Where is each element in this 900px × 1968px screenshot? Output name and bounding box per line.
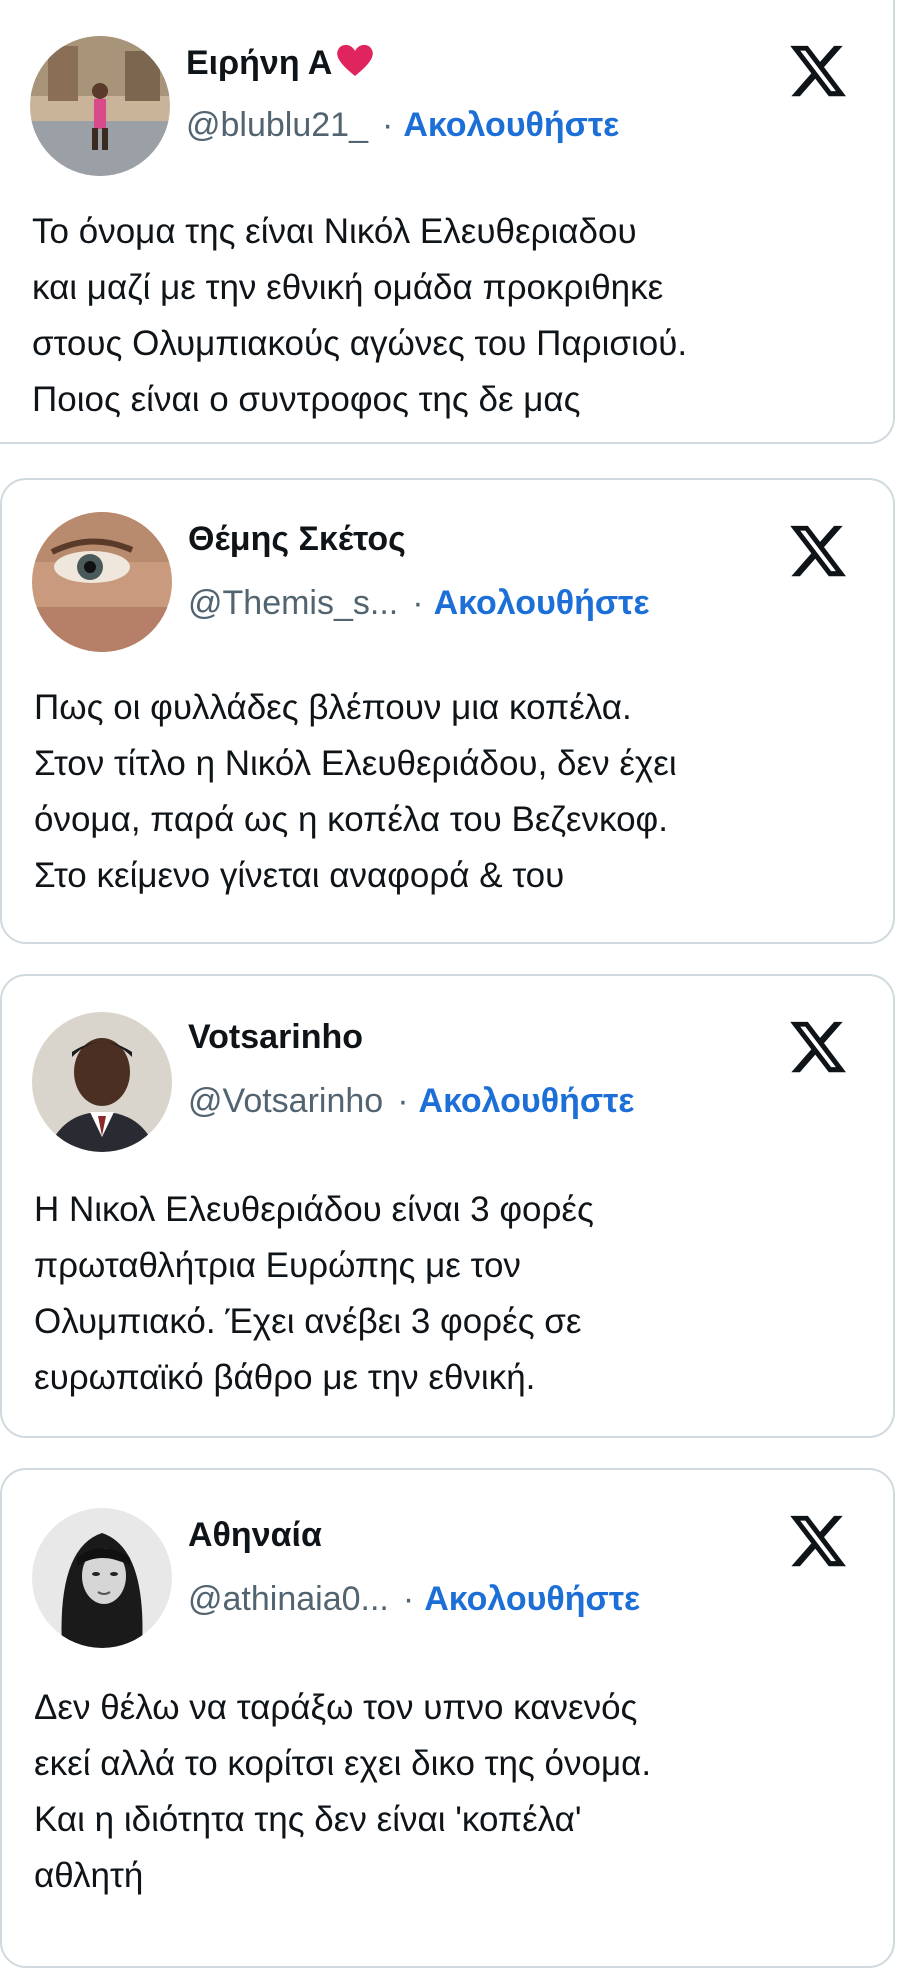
tweet-card-4[interactable]: Αθηναία @athinaia0... · Ακολουθήστε Δεν θέ… (0, 1468, 895, 1968)
author-name[interactable]: Ειρήνη Α (186, 42, 376, 83)
author-name[interactable]: Θέμης Σκέτος (188, 520, 406, 559)
tweet-card-1[interactable]: Ειρήνη Α @blublu21_ · Ακολουθήστε Το όνομα… (0, 0, 895, 444)
tweet-line: Πως οι φυλλάδες βλέπουν μια κοπέλα. (34, 688, 632, 727)
tweet-text: Η Νικολ Ελευθεριάδου είναι 3 φορές πρωτα… (34, 1182, 873, 1406)
tweet-text: Πως οι φυλλάδες βλέπουν μια κοπέλα. Στον… (34, 680, 873, 904)
x-logo-icon[interactable] (787, 1016, 849, 1078)
avatar[interactable] (30, 36, 170, 176)
author-name[interactable]: Αθηναία (188, 1516, 322, 1555)
tweet-line: Το όνομα της είναι Νικόλ Ελευθεριαδου (32, 212, 637, 251)
tweet-line: Δεν θέλω να ταράξω τον υπνο κανενός (34, 1688, 638, 1727)
heart-emoji-icon (334, 42, 376, 78)
tweet-card-3[interactable]: Votsarinho @Votsarinho · Ακολουθήστε Η Νικ… (0, 974, 895, 1438)
tweet-line: ευρωπαϊκό βάθρο με την εθνική. (34, 1358, 536, 1397)
author-handle[interactable]: @Themis_s... (188, 584, 398, 622)
handle-row: @athinaia0... · Ακολουθήστε (188, 1580, 640, 1619)
follow-button[interactable]: Ακολουθήστε (424, 1580, 640, 1618)
tweet-card-2[interactable]: Θέμης Σκέτος @Themis_s... · Ακολουθήστε Πω… (0, 478, 895, 944)
x-logo-icon[interactable] (787, 1510, 849, 1572)
separator-dot: · (397, 1082, 409, 1120)
tweet-line: και μαζί με την εθνική ομάδα προκριθηκε (32, 268, 664, 307)
avatar[interactable] (32, 1012, 172, 1152)
tweet-line: Ολυμπιακό. Έχει ανέβει 3 φορές σε (34, 1302, 582, 1341)
avatar-photo-icon (32, 512, 172, 652)
x-logo-icon[interactable] (787, 520, 849, 582)
handle-row: @blublu21_ · Ακολουθήστε (186, 106, 619, 145)
author-handle[interactable]: @blublu21_ (186, 106, 368, 144)
handle-row: @Votsarinho · Ακολουθήστε (188, 1082, 634, 1121)
x-logo-icon[interactable] (787, 40, 849, 102)
avatar[interactable] (32, 1508, 172, 1648)
tweet-line: πρωταθλήτρια Ευρώπης με τον (34, 1246, 521, 1285)
tweet-line: Και η ιδιότητα της δεν είναι 'κοπέλα' (34, 1800, 582, 1839)
follow-button[interactable]: Ακολουθήστε (434, 584, 650, 622)
handle-row: @Themis_s... · Ακολουθήστε (188, 584, 649, 623)
tweet-line: Στο κείμενο γίνεται αναφορά & του (34, 856, 565, 895)
author-handle[interactable]: @athinaia0... (188, 1580, 389, 1618)
avatar-photo-icon (30, 36, 170, 176)
tweet-line: αθλητή (34, 1856, 144, 1895)
tweet-text: Το όνομα της είναι Νικόλ Ελευθεριαδου κα… (32, 204, 873, 428)
tweet-line: εκεί αλλά το κορίτσι εχει δικο της όνομα… (34, 1744, 652, 1783)
tweet-line: Στον τίτλο η Νικόλ Ελευθεριάδου, δεν έχε… (34, 744, 677, 783)
follow-button[interactable]: Ακολουθήστε (403, 106, 619, 144)
tweet-line: Ποιος είναι ο συντροφος της δε μας (32, 380, 581, 419)
separator-dot: · (412, 584, 424, 622)
tweet-text: Δεν θέλω να ταράξω τον υπνο κανενός εκεί… (34, 1680, 873, 1904)
avatar-photo-icon (32, 1012, 172, 1152)
author-handle[interactable]: @Votsarinho (188, 1082, 383, 1120)
tweet-line: Η Νικολ Ελευθεριάδου είναι 3 φορές (34, 1190, 594, 1229)
author-name-text: Ειρήνη Α (186, 44, 333, 82)
tweet-line: όνομα, παρά ως η κοπέλα του Βεζενκοφ. (34, 800, 668, 839)
separator-dot: · (402, 1580, 415, 1618)
avatar[interactable] (32, 512, 172, 652)
author-name[interactable]: Votsarinho (188, 1018, 363, 1057)
follow-button[interactable]: Ακολουθήστε (419, 1082, 635, 1120)
separator-dot: · (382, 106, 394, 144)
avatar-photo-icon (32, 1508, 172, 1648)
tweet-line: στους Ολυμπιακούς αγώνες του Παρισιού. (32, 324, 688, 363)
